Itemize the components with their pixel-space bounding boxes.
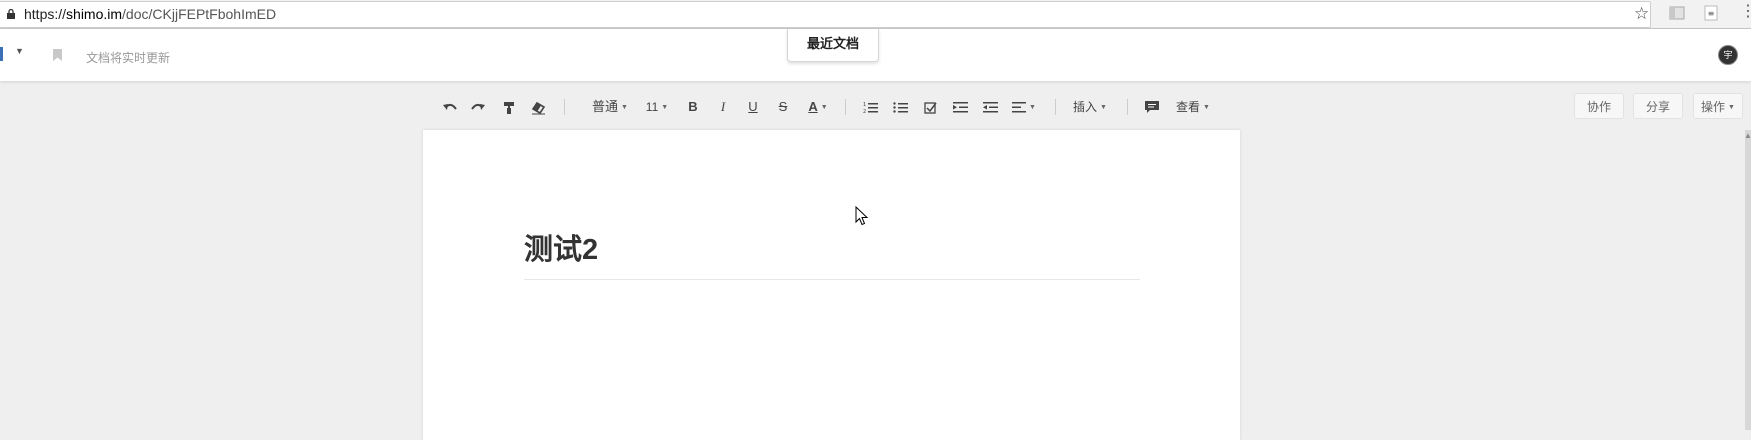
view-label: 查看 [1176, 100, 1201, 114]
sync-status-text: 文档将实时更新 [86, 51, 171, 65]
font-color-dropdown[interactable]: A ▼ [803, 94, 833, 120]
paint-roller-icon [504, 101, 514, 114]
strikethrough-button[interactable]: S [773, 94, 793, 120]
eraser-icon [531, 101, 545, 115]
chevron-down-icon: ▼ [1203, 104, 1210, 111]
toolbar-divider [1055, 99, 1056, 115]
outdent-icon [982, 102, 998, 113]
url-domain: shimo.im [66, 6, 123, 22]
url-scheme: https:// [24, 6, 67, 22]
font-size-label: 11 [645, 100, 659, 114]
outdent-button[interactable] [979, 94, 1001, 120]
view-dropdown[interactable]: 查看 ▼ [1171, 94, 1215, 120]
star-icon[interactable]: ☆ [1634, 5, 1649, 23]
chevron-down-icon[interactable]: ▼ [15, 46, 24, 56]
redo-button[interactable] [468, 94, 488, 120]
avatar-initial: 宇 [1723, 50, 1733, 60]
document-title[interactable]: 测试2 [524, 226, 598, 268]
logo-edge[interactable] [0, 47, 3, 61]
font-color-label: A [808, 99, 818, 114]
recent-documents-button[interactable]: 最近文档 [787, 29, 879, 62]
format-painter-button[interactable] [499, 94, 519, 120]
font-size-dropdown[interactable]: 11 ▼ [643, 94, 671, 120]
underline-button[interactable]: U [743, 94, 763, 120]
indent-icon [952, 102, 968, 113]
bullet-list-button[interactable] [889, 94, 911, 120]
bullet-list-icon [892, 102, 908, 113]
redo-icon [471, 103, 485, 110]
chevron-down-icon: ▼ [621, 104, 628, 111]
undo-button[interactable] [440, 94, 460, 120]
operations-label: 操作 [1701, 100, 1726, 114]
extension-icon[interactable] [1669, 5, 1685, 21]
editor-toolbar: 普通 ▼ 11 ▼ B I U S A ▼ 12 ▼ 插入 ▼ 查看 ▼ [0, 94, 1751, 120]
chevron-down-icon: ▼ [1728, 104, 1735, 111]
align-dropdown[interactable]: ▼ [1009, 94, 1039, 120]
url-path: /doc/CKjjFEPtFbohImED [122, 6, 277, 22]
extension-icon[interactable]: ≡ [1703, 5, 1719, 21]
mouse-cursor-icon [855, 206, 869, 226]
ordered-list-icon: 12 [863, 102, 878, 115]
scroll-up-icon[interactable]: ▲ [1744, 131, 1751, 140]
paragraph-style-label: 普通 [592, 99, 619, 114]
ordered-list-button[interactable]: 12 [859, 94, 881, 120]
scrollbar[interactable] [1745, 130, 1751, 430]
clear-format-button[interactable] [528, 94, 548, 120]
align-left-icon [1012, 102, 1027, 113]
svg-text:≡: ≡ [1708, 9, 1715, 18]
title-divider [524, 279, 1140, 280]
indent-button[interactable] [949, 94, 971, 120]
chevron-down-icon: ▼ [820, 104, 828, 111]
comment-button[interactable] [1141, 94, 1163, 120]
bookmark-icon[interactable] [53, 49, 62, 61]
browser-toolbar: https://shimo.im/doc/CKjjFEPtFbohImED ☆ … [0, 0, 1751, 29]
url-text: https://shimo.im/doc/CKjjFEPtFbohImED [24, 6, 276, 22]
chevron-down-icon: ▼ [661, 104, 669, 111]
italic-button[interactable]: I [713, 94, 733, 120]
chevron-down-icon: ▼ [1029, 104, 1036, 111]
document-page[interactable]: 测试2 [423, 130, 1240, 440]
bold-button[interactable]: B [683, 94, 703, 120]
toolbar-divider [1127, 99, 1128, 115]
checkbox-icon [923, 102, 937, 114]
lock-icon [7, 9, 15, 19]
insert-label: 插入 [1073, 100, 1098, 114]
svg-text:2: 2 [863, 109, 866, 114]
comment-icon [1145, 101, 1159, 114]
paragraph-style-dropdown[interactable]: 普通 ▼ [585, 94, 635, 120]
operations-dropdown[interactable]: 操作 ▼ [1693, 93, 1743, 119]
insert-dropdown[interactable]: 插入 ▼ [1068, 94, 1112, 120]
menu-icon[interactable]: ⋮ [1740, 3, 1751, 21]
address-bar[interactable]: https://shimo.im/doc/CKjjFEPtFbohImED ☆ [0, 1, 1651, 28]
toolbar-divider [845, 99, 846, 115]
chevron-down-icon: ▼ [1100, 104, 1107, 111]
share-button[interactable]: 分享 [1633, 93, 1683, 119]
avatar[interactable]: 宇 [1718, 45, 1738, 65]
toolbar-divider [564, 99, 565, 115]
collaborate-button[interactable]: 协作 [1574, 93, 1624, 119]
checklist-button[interactable] [919, 94, 941, 120]
undo-icon [443, 103, 457, 110]
svg-text:1: 1 [863, 102, 866, 108]
